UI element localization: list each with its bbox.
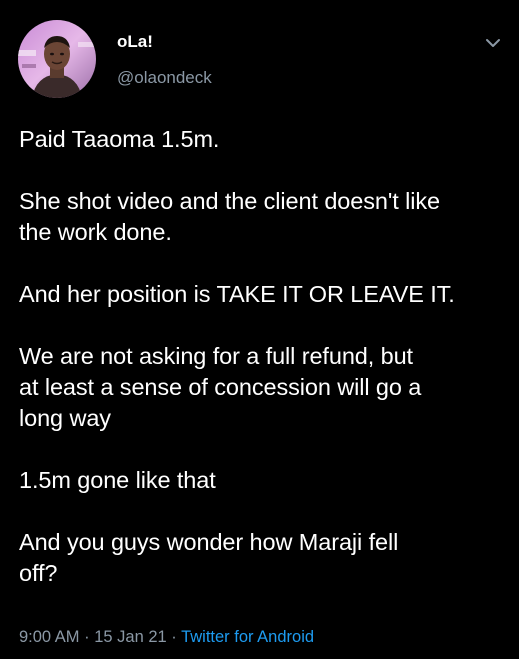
tweet-date[interactable]: 15 Jan 21	[94, 628, 166, 646]
tweet-paragraph: Paid Taaoma 1.5m.	[19, 126, 220, 152]
user-handle[interactable]: @olaondeck	[117, 67, 212, 89]
tweet-paragraph: 1.5m gone like that	[19, 467, 216, 493]
tweet-text: Paid Taaoma 1.5m. She shot video and the…	[19, 124, 509, 589]
chevron-down-icon[interactable]	[484, 36, 502, 50]
meta-separator: ·	[166, 628, 182, 646]
tweet-card: oLa! @olaondeck Paid Taaoma 1.5m. She sh…	[0, 0, 519, 659]
tweet-source-link[interactable]: Twitter for Android	[181, 628, 314, 646]
tweet-paragraph: She shot video and the client doesn't li…	[19, 188, 440, 245]
tweet-paragraph: And you guys wonder how Maraji fell off?	[19, 529, 399, 586]
tweet-paragraph: We are not asking for a full refund, but…	[19, 343, 422, 431]
display-name[interactable]: oLa!	[117, 31, 153, 53]
avatar[interactable]	[18, 20, 96, 98]
profile-photo-icon	[18, 20, 96, 98]
tweet-meta: 9:00 AM · 15 Jan 21 · Twitter for Androi…	[19, 626, 314, 648]
meta-separator: ·	[79, 628, 95, 646]
tweet-paragraph: And her position is TAKE IT OR LEAVE IT.	[19, 281, 455, 307]
tweet-time[interactable]: 9:00 AM	[19, 628, 80, 646]
